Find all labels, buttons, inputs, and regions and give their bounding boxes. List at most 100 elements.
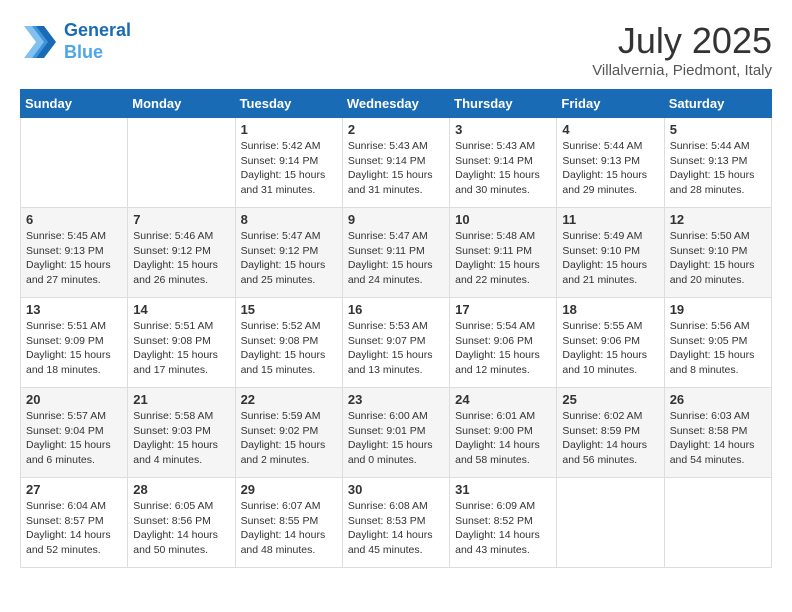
calendar-cell: 4 Sunrise: 5:44 AMSunset: 9:13 PMDaylight… bbox=[557, 118, 664, 208]
calendar-cell: 3 Sunrise: 5:43 AMSunset: 9:14 PMDaylight… bbox=[450, 118, 557, 208]
day-number: 10 bbox=[455, 212, 551, 227]
calendar-cell: 31 Sunrise: 6:09 AMSunset: 8:52 PMDayligh… bbox=[450, 478, 557, 568]
logo-icon bbox=[20, 22, 60, 62]
calendar-cell: 13Sunrise: 5:51 AMSunset: 9:09 PMDayligh… bbox=[21, 298, 128, 388]
calendar-cell: 12Sunrise: 5:50 AMSunset: 9:10 PMDayligh… bbox=[664, 208, 771, 298]
cell-content: Sunrise: 6:08 AMSunset: 8:53 PMDaylight:… bbox=[348, 499, 444, 558]
day-number: 16 bbox=[348, 302, 444, 317]
day-number: 26 bbox=[670, 392, 766, 407]
cell-content: Sunrise: 5:42 AMSunset: 9:14 PMDaylight:… bbox=[241, 139, 337, 198]
calendar-cell: 30Sunrise: 6:08 AMSunset: 8:53 PMDayligh… bbox=[342, 478, 449, 568]
cell-content: Sunrise: 5:56 AMSunset: 9:05 PMDaylight:… bbox=[670, 319, 766, 378]
month-title: July 2025 bbox=[592, 20, 772, 62]
calendar-cell: 26Sunrise: 6:03 AMSunset: 8:58 PMDayligh… bbox=[664, 388, 771, 478]
cell-content: Sunrise: 6:09 AMSunset: 8:52 PMDaylight:… bbox=[455, 499, 551, 558]
day-number: 28 bbox=[133, 482, 229, 497]
cell-content: Sunrise: 5:43 AMSunset: 9:14 PMDaylight:… bbox=[455, 139, 551, 198]
day-number: 27 bbox=[26, 482, 122, 497]
day-number: 6 bbox=[26, 212, 122, 227]
day-number: 31 bbox=[455, 482, 551, 497]
cell-content: Sunrise: 6:00 AMSunset: 9:01 PMDaylight:… bbox=[348, 409, 444, 468]
calendar-week-row: 27Sunrise: 6:04 AMSunset: 8:57 PMDayligh… bbox=[21, 478, 772, 568]
calendar-week-row: 20 Sunrise: 5:57 AMSunset: 9:04 PMDayligh… bbox=[21, 388, 772, 478]
day-number: 21 bbox=[133, 392, 229, 407]
day-number: 7 bbox=[133, 212, 229, 227]
location-title: Villalvernia, Piedmont, Italy bbox=[592, 62, 772, 79]
day-number: 14 bbox=[133, 302, 229, 317]
cell-content: Sunrise: 5:43 AMSunset: 9:14 PMDaylight:… bbox=[348, 139, 444, 198]
cell-content: Sunrise: 5:54 AMSunset: 9:06 PMDaylight:… bbox=[455, 319, 551, 378]
calendar-cell: 25 Sunrise: 6:02 AMSunset: 8:59 PMDayligh… bbox=[557, 388, 664, 478]
day-number: 1 bbox=[241, 122, 337, 137]
calendar-cell: 11Sunrise: 5:49 AMSunset: 9:10 PMDayligh… bbox=[557, 208, 664, 298]
calendar-cell: 19Sunrise: 5:56 AMSunset: 9:05 PMDayligh… bbox=[664, 298, 771, 388]
weekday-header-friday: Friday bbox=[557, 90, 664, 118]
calendar-cell: 24 Sunrise: 6:01 AMSunset: 9:00 PMDayligh… bbox=[450, 388, 557, 478]
day-number: 13 bbox=[26, 302, 122, 317]
calendar-cell: 29 Sunrise: 6:07 AMSunset: 8:55 PMDayligh… bbox=[235, 478, 342, 568]
cell-content: Sunrise: 5:46 AMSunset: 9:12 PMDaylight:… bbox=[133, 229, 229, 288]
logo-text: General Blue bbox=[64, 20, 131, 63]
calendar-cell: 18 Sunrise: 5:55 AMSunset: 9:06 PMDayligh… bbox=[557, 298, 664, 388]
calendar-cell: 5Sunrise: 5:44 AMSunset: 9:13 PMDaylight… bbox=[664, 118, 771, 208]
calendar-week-row: 1 Sunrise: 5:42 AMSunset: 9:14 PMDaylight… bbox=[21, 118, 772, 208]
day-number: 20 bbox=[26, 392, 122, 407]
day-number: 2 bbox=[348, 122, 444, 137]
cell-content: Sunrise: 5:59 AMSunset: 9:02 PMDaylight:… bbox=[241, 409, 337, 468]
calendar-cell: 9Sunrise: 5:47 AMSunset: 9:11 PMDaylight… bbox=[342, 208, 449, 298]
cell-content: Sunrise: 5:50 AMSunset: 9:10 PMDaylight:… bbox=[670, 229, 766, 288]
day-number: 15 bbox=[241, 302, 337, 317]
logo-line1: General bbox=[64, 20, 131, 40]
cell-content: Sunrise: 5:57 AMSunset: 9:04 PMDaylight:… bbox=[26, 409, 122, 468]
calendar-cell bbox=[664, 478, 771, 568]
weekday-header-row: SundayMondayTuesdayWednesdayThursdayFrid… bbox=[21, 90, 772, 118]
day-number: 4 bbox=[562, 122, 658, 137]
cell-content: Sunrise: 5:47 AMSunset: 9:12 PMDaylight:… bbox=[241, 229, 337, 288]
day-number: 5 bbox=[670, 122, 766, 137]
calendar-cell bbox=[557, 478, 664, 568]
calendar-cell: 28 Sunrise: 6:05 AMSunset: 8:56 PMDayligh… bbox=[128, 478, 235, 568]
cell-content: Sunrise: 5:52 AMSunset: 9:08 PMDaylight:… bbox=[241, 319, 337, 378]
calendar-cell: 17 Sunrise: 5:54 AMSunset: 9:06 PMDayligh… bbox=[450, 298, 557, 388]
calendar-cell: 16 Sunrise: 5:53 AMSunset: 9:07 PMDayligh… bbox=[342, 298, 449, 388]
calendar-header: SundayMondayTuesdayWednesdayThursdayFrid… bbox=[21, 90, 772, 118]
page-header: General Blue July 2025 Villalvernia, Pie… bbox=[20, 20, 772, 79]
cell-content: Sunrise: 5:45 AMSunset: 9:13 PMDaylight:… bbox=[26, 229, 122, 288]
calendar-cell: 7 Sunrise: 5:46 AMSunset: 9:12 PMDaylight… bbox=[128, 208, 235, 298]
calendar-week-row: 6 Sunrise: 5:45 AMSunset: 9:13 PMDaylight… bbox=[21, 208, 772, 298]
logo-line2: Blue bbox=[64, 42, 131, 64]
calendar-table: SundayMondayTuesdayWednesdayThursdayFrid… bbox=[20, 89, 772, 568]
cell-content: Sunrise: 5:51 AMSunset: 9:08 PMDaylight:… bbox=[133, 319, 229, 378]
calendar-cell bbox=[128, 118, 235, 208]
cell-content: Sunrise: 6:01 AMSunset: 9:00 PMDaylight:… bbox=[455, 409, 551, 468]
calendar-cell: 21Sunrise: 5:58 AMSunset: 9:03 PMDayligh… bbox=[128, 388, 235, 478]
weekday-header-sunday: Sunday bbox=[21, 90, 128, 118]
day-number: 25 bbox=[562, 392, 658, 407]
day-number: 3 bbox=[455, 122, 551, 137]
calendar-cell: 23Sunrise: 6:00 AMSunset: 9:01 PMDayligh… bbox=[342, 388, 449, 478]
cell-content: Sunrise: 5:53 AMSunset: 9:07 PMDaylight:… bbox=[348, 319, 444, 378]
cell-content: Sunrise: 5:44 AMSunset: 9:13 PMDaylight:… bbox=[562, 139, 658, 198]
logo: General Blue bbox=[20, 20, 131, 63]
calendar-cell: 10Sunrise: 5:48 AMSunset: 9:11 PMDayligh… bbox=[450, 208, 557, 298]
day-number: 29 bbox=[241, 482, 337, 497]
calendar-cell: 1 Sunrise: 5:42 AMSunset: 9:14 PMDaylight… bbox=[235, 118, 342, 208]
cell-content: Sunrise: 5:47 AMSunset: 9:11 PMDaylight:… bbox=[348, 229, 444, 288]
cell-content: Sunrise: 6:02 AMSunset: 8:59 PMDaylight:… bbox=[562, 409, 658, 468]
weekday-header-tuesday: Tuesday bbox=[235, 90, 342, 118]
day-number: 22 bbox=[241, 392, 337, 407]
day-number: 8 bbox=[241, 212, 337, 227]
weekday-header-thursday: Thursday bbox=[450, 90, 557, 118]
cell-content: Sunrise: 5:55 AMSunset: 9:06 PMDaylight:… bbox=[562, 319, 658, 378]
day-number: 17 bbox=[455, 302, 551, 317]
calendar-week-row: 13Sunrise: 5:51 AMSunset: 9:09 PMDayligh… bbox=[21, 298, 772, 388]
title-block: July 2025 Villalvernia, Piedmont, Italy bbox=[592, 20, 772, 79]
weekday-header-wednesday: Wednesday bbox=[342, 90, 449, 118]
weekday-header-saturday: Saturday bbox=[664, 90, 771, 118]
day-number: 24 bbox=[455, 392, 551, 407]
cell-content: Sunrise: 6:07 AMSunset: 8:55 PMDaylight:… bbox=[241, 499, 337, 558]
calendar-cell: 2 Sunrise: 5:43 AMSunset: 9:14 PMDaylight… bbox=[342, 118, 449, 208]
day-number: 18 bbox=[562, 302, 658, 317]
cell-content: Sunrise: 6:05 AMSunset: 8:56 PMDaylight:… bbox=[133, 499, 229, 558]
weekday-header-monday: Monday bbox=[128, 90, 235, 118]
